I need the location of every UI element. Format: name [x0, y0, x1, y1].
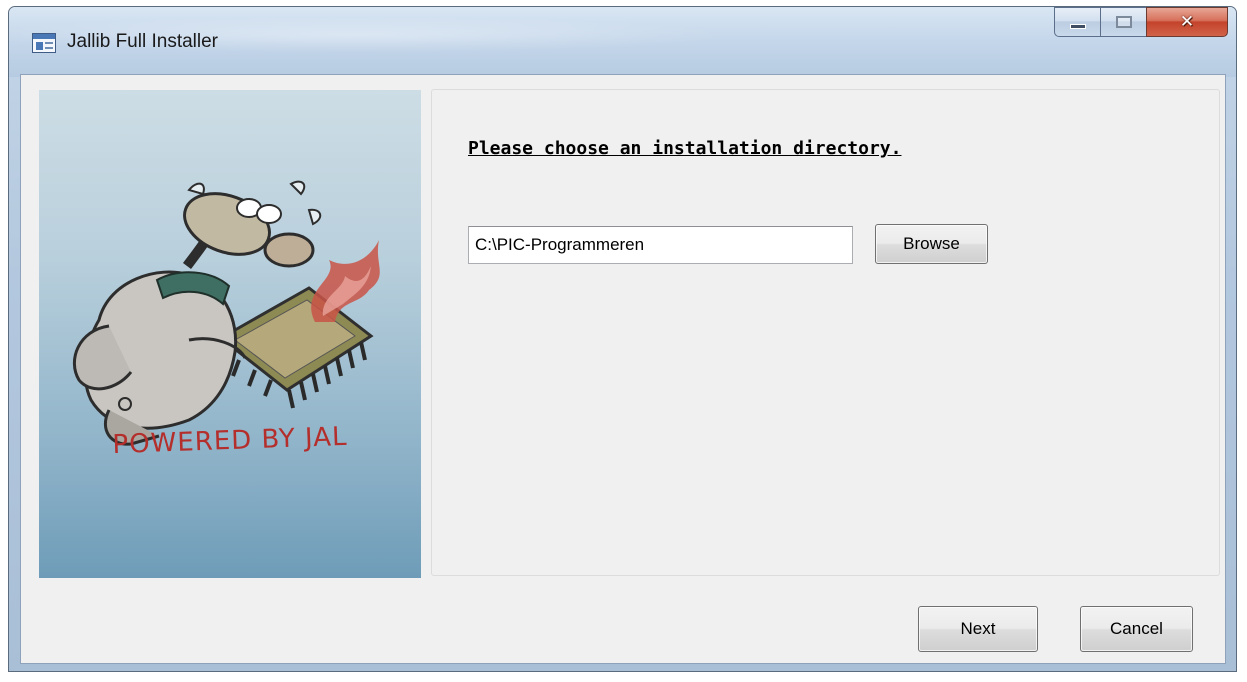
title-bar[interactable]: Jallib Full Installer ✕: [9, 7, 1236, 77]
next-button[interactable]: Next: [918, 606, 1038, 652]
content-panel: Please choose an installation directory.…: [431, 89, 1220, 576]
mascot-drawing: [73, 180, 380, 446]
close-icon: ✕: [1179, 12, 1195, 32]
cancel-button[interactable]: Cancel: [1080, 606, 1193, 652]
jal-mascot-illustration: POWERED BY JAL: [39, 90, 421, 578]
maximize-icon: [1115, 16, 1132, 28]
dialog-client-area: POWERED BY JAL Please choose an installa…: [20, 74, 1226, 664]
maximize-button[interactable]: [1100, 7, 1146, 37]
installer-window: Jallib Full Installer ✕ POWERED BY JAL P…: [8, 6, 1237, 672]
caption-buttons: ✕: [1054, 7, 1228, 37]
page-heading: Please choose an installation directory.: [468, 138, 902, 159]
window-title: Jallib Full Installer: [67, 31, 218, 52]
install-directory-input[interactable]: [468, 226, 853, 264]
close-button[interactable]: ✕: [1146, 7, 1228, 37]
minimize-button[interactable]: [1054, 7, 1100, 37]
window-app-icon[interactable]: [32, 33, 56, 53]
browse-button[interactable]: Browse: [875, 224, 988, 264]
microchip-icon: [218, 286, 374, 409]
minimize-icon: [1069, 23, 1086, 29]
